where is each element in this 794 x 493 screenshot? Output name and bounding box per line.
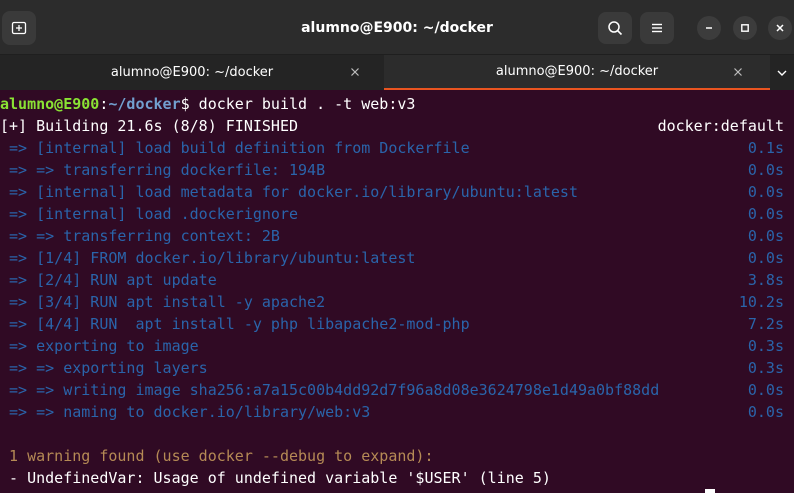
minimize-button[interactable]	[697, 16, 721, 40]
maximize-icon	[741, 24, 749, 32]
build-step-line: => exporting to image 0.3s	[0, 335, 794, 357]
tab-1-close-button[interactable]	[346, 63, 364, 81]
build-step-text: => => writing image sha256:a7a15c00b4dd9…	[0, 381, 660, 399]
build-step-line: => [internal] load build definition from…	[0, 137, 794, 159]
build-step-text: => => transferring context: 2B	[0, 227, 280, 245]
build-step-time: 0.0s	[747, 161, 784, 179]
build-step-time: 3.8s	[747, 271, 784, 289]
build-step-line: => [internal] load metadata for docker.i…	[0, 181, 794, 203]
build-step-line: => [internal] load .dockerignore 0.0s	[0, 203, 794, 225]
terminal-output[interactable]: alumno@E900:~/docker$ docker build . -t …	[0, 93, 794, 493]
title-bar: alumno@E900: ~/docker	[0, 0, 794, 55]
tab-label: alumno@E900: ~/docker	[495, 64, 659, 79]
build-step-time: 0.3s	[747, 359, 784, 377]
build-step-time: 7.2s	[747, 315, 784, 333]
command-text: docker build . -t web:v3	[189, 95, 416, 113]
close-icon	[734, 68, 742, 76]
build-step-text: => [internal] load .dockerignore	[0, 205, 299, 223]
build-step-line: => [1/4] FROM docker.io/library/ubuntu:l…	[0, 247, 794, 269]
build-status: [+] Building 21.6s (8/8) FINISHED	[0, 117, 299, 135]
build-step-text: => [2/4] RUN apt update	[0, 271, 217, 289]
tab-2-close-button[interactable]	[729, 63, 747, 81]
build-step-time: 0.0s	[747, 249, 784, 267]
builder-name: docker:default	[657, 117, 784, 135]
command-line: alumno@E900:~/docker$ docker build . -t …	[0, 93, 794, 115]
build-step-line: => [2/4] RUN apt update 3.8s	[0, 269, 794, 291]
build-step-time: 0.0s	[747, 403, 784, 421]
build-step-line: => => transferring context: 2B 0.0s	[0, 225, 794, 247]
search-icon	[608, 21, 623, 36]
build-step-text: => [1/4] FROM docker.io/library/ubuntu:l…	[0, 249, 416, 267]
minimize-icon	[706, 27, 712, 29]
close-button[interactable]	[768, 16, 792, 40]
warning-detail: - UndefinedVar: Usage of undefined varia…	[0, 469, 551, 487]
prompt-symbol: $	[180, 95, 190, 113]
build-step-time: 0.0s	[747, 183, 784, 201]
maximize-button[interactable]	[733, 16, 757, 40]
search-button[interactable]	[598, 12, 632, 44]
build-step-time: 10.2s	[738, 293, 784, 311]
tab-1[interactable]: alumno@E900: ~/docker	[0, 55, 384, 90]
close-icon	[776, 24, 784, 32]
build-step-time: 0.0s	[747, 227, 784, 245]
chevron-down-icon	[777, 70, 787, 76]
build-step-line: => [3/4] RUN apt install -y apache2 10.2s	[0, 291, 794, 313]
build-step-text: => => exporting layers	[0, 359, 208, 377]
window-title: alumno@E900: ~/docker	[301, 19, 493, 36]
tab-list-button[interactable]	[770, 55, 794, 90]
menu-button[interactable]	[640, 12, 674, 44]
new-tab-button[interactable]	[2, 11, 36, 45]
build-step-text: => [internal] load build definition from…	[0, 139, 470, 157]
new-tab-icon	[11, 21, 27, 35]
build-step-text: => => naming to docker.io/library/web:v3	[0, 403, 371, 421]
build-step-line: => [4/4] RUN apt install -y php libapach…	[0, 313, 794, 335]
hamburger-menu-icon	[652, 23, 662, 33]
prompt-user-host: alumno@E900	[0, 95, 100, 113]
build-step-line: => => exporting layers 0.3s	[0, 357, 794, 379]
build-step-line: => => writing image sha256:a7a15c00b4dd9…	[0, 379, 794, 401]
build-step-text: => [4/4] RUN apt install -y php libapach…	[0, 315, 470, 333]
build-step-time: 0.0s	[747, 205, 784, 223]
build-step-line: => => naming to docker.io/library/web:v3…	[0, 401, 794, 423]
build-step-text: => [internal] load metadata for docker.i…	[0, 183, 578, 201]
text-cursor	[705, 489, 715, 493]
close-icon	[351, 68, 359, 76]
build-step-time: 0.1s	[747, 139, 784, 157]
tab-bar: alumno@E900: ~/docker alumno@E900: ~/doc…	[0, 55, 794, 90]
tab-label: alumno@E900: ~/docker	[110, 65, 274, 80]
tab-2[interactable]: alumno@E900: ~/docker	[384, 55, 770, 90]
build-step-text: => [3/4] RUN apt install -y apache2	[0, 293, 326, 311]
build-step-time: 0.3s	[747, 337, 784, 355]
build-step-text: => exporting to image	[0, 337, 199, 355]
prompt-path: ~/docker	[108, 95, 181, 113]
build-step-text: => => transferring dockerfile: 194B	[0, 161, 326, 179]
build-step-time: 0.0s	[747, 381, 784, 399]
build-header: [+] Building 21.6s (8/8) FINISHED docker:…	[0, 115, 794, 137]
warning-summary: 1 warning found (use docker --debug to e…	[0, 447, 434, 465]
build-step-line: => => transferring dockerfile: 194B 0.0s	[0, 159, 794, 181]
